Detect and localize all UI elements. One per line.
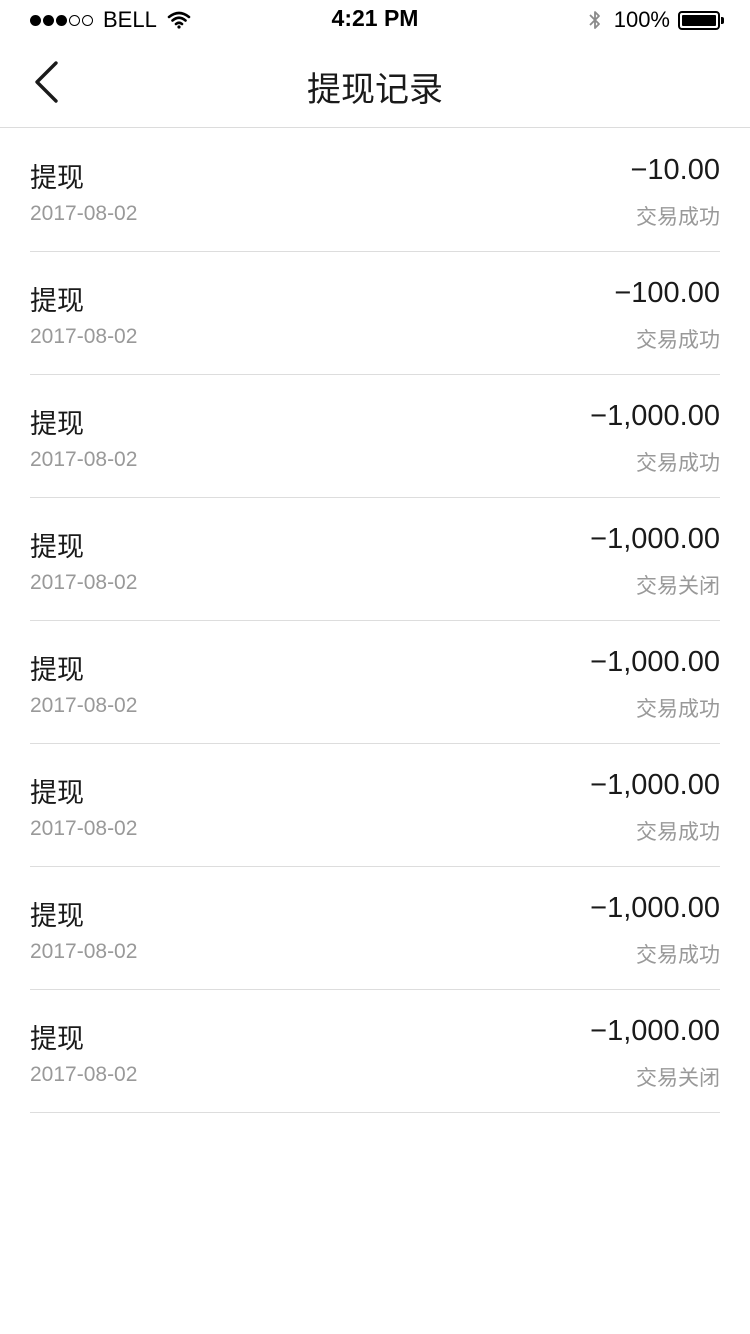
record-date: 2017-08-02 [30,325,138,348]
record-status: 交易成功 [636,328,720,352]
record-status: 交易成功 [636,697,720,721]
record-date: 2017-08-02 [30,940,138,963]
battery-fill [682,14,716,26]
record-type: 提现 [30,409,84,440]
record-date: 2017-08-02 [30,817,138,840]
record-amount: −1,000.00 [590,1015,720,1047]
record-type: 提现 [30,655,84,686]
record-amount: −100.00 [614,277,720,309]
record-status: 交易关闭 [636,574,720,598]
record-status: 交易成功 [636,451,720,475]
list-item[interactable]: 提现 2017-08-02 −10.00 交易成功 [30,129,720,252]
list-item[interactable]: 提现 2017-08-02 −1,000.00 交易关闭 [30,498,720,621]
record-status: 交易关闭 [636,1066,720,1090]
record-date: 2017-08-02 [30,571,138,594]
record-amount: −1,000.00 [590,892,720,924]
battery-icon [678,10,724,30]
battery-percentage: 100% [613,7,670,32]
record-status: 交易成功 [636,820,720,844]
record-date: 2017-08-02 [30,202,138,225]
record-status: 交易成功 [636,943,720,967]
record-type: 提现 [30,901,84,932]
record-type: 提现 [30,286,84,317]
record-amount: −1,000.00 [590,646,720,678]
list-item[interactable]: 提现 2017-08-02 −1,000.00 交易成功 [30,867,720,990]
record-date: 2017-08-02 [30,1063,138,1086]
battery-cap [721,16,724,24]
navigation-bar: 提现记录 [0,40,750,128]
status-bar: BELL 4:21 PM 100% [0,0,750,40]
list-item[interactable]: 提现 2017-08-02 −1,000.00 交易成功 [30,744,720,867]
bluetooth-icon [588,8,602,32]
record-amount: −10.00 [630,154,720,186]
record-type: 提现 [30,163,84,194]
list-item[interactable]: 提现 2017-08-02 −1,000.00 交易关闭 [30,990,720,1113]
record-amount: −1,000.00 [590,769,720,801]
record-date: 2017-08-02 [30,694,138,717]
list-item[interactable]: 提现 2017-08-02 −1,000.00 交易成功 [30,375,720,498]
list-item[interactable]: 提现 2017-08-02 −100.00 交易成功 [30,252,720,375]
list-item[interactable]: 提现 2017-08-02 −1,000.00 交易成功 [30,621,720,744]
record-date: 2017-08-02 [30,448,138,471]
withdrawal-record-list: 提现 2017-08-02 −10.00 交易成功 提现 2017-08-02 −100.0… [30,129,720,1113]
record-amount: −1,000.00 [590,400,720,432]
record-type: 提现 [30,1024,84,1055]
record-status: 交易成功 [636,205,720,229]
page-title: 提现记录 [307,70,443,110]
record-type: 提现 [30,778,84,809]
record-amount: −1,000.00 [590,523,720,555]
status-bar-right: 100% [588,6,724,34]
record-type: 提现 [30,532,84,563]
